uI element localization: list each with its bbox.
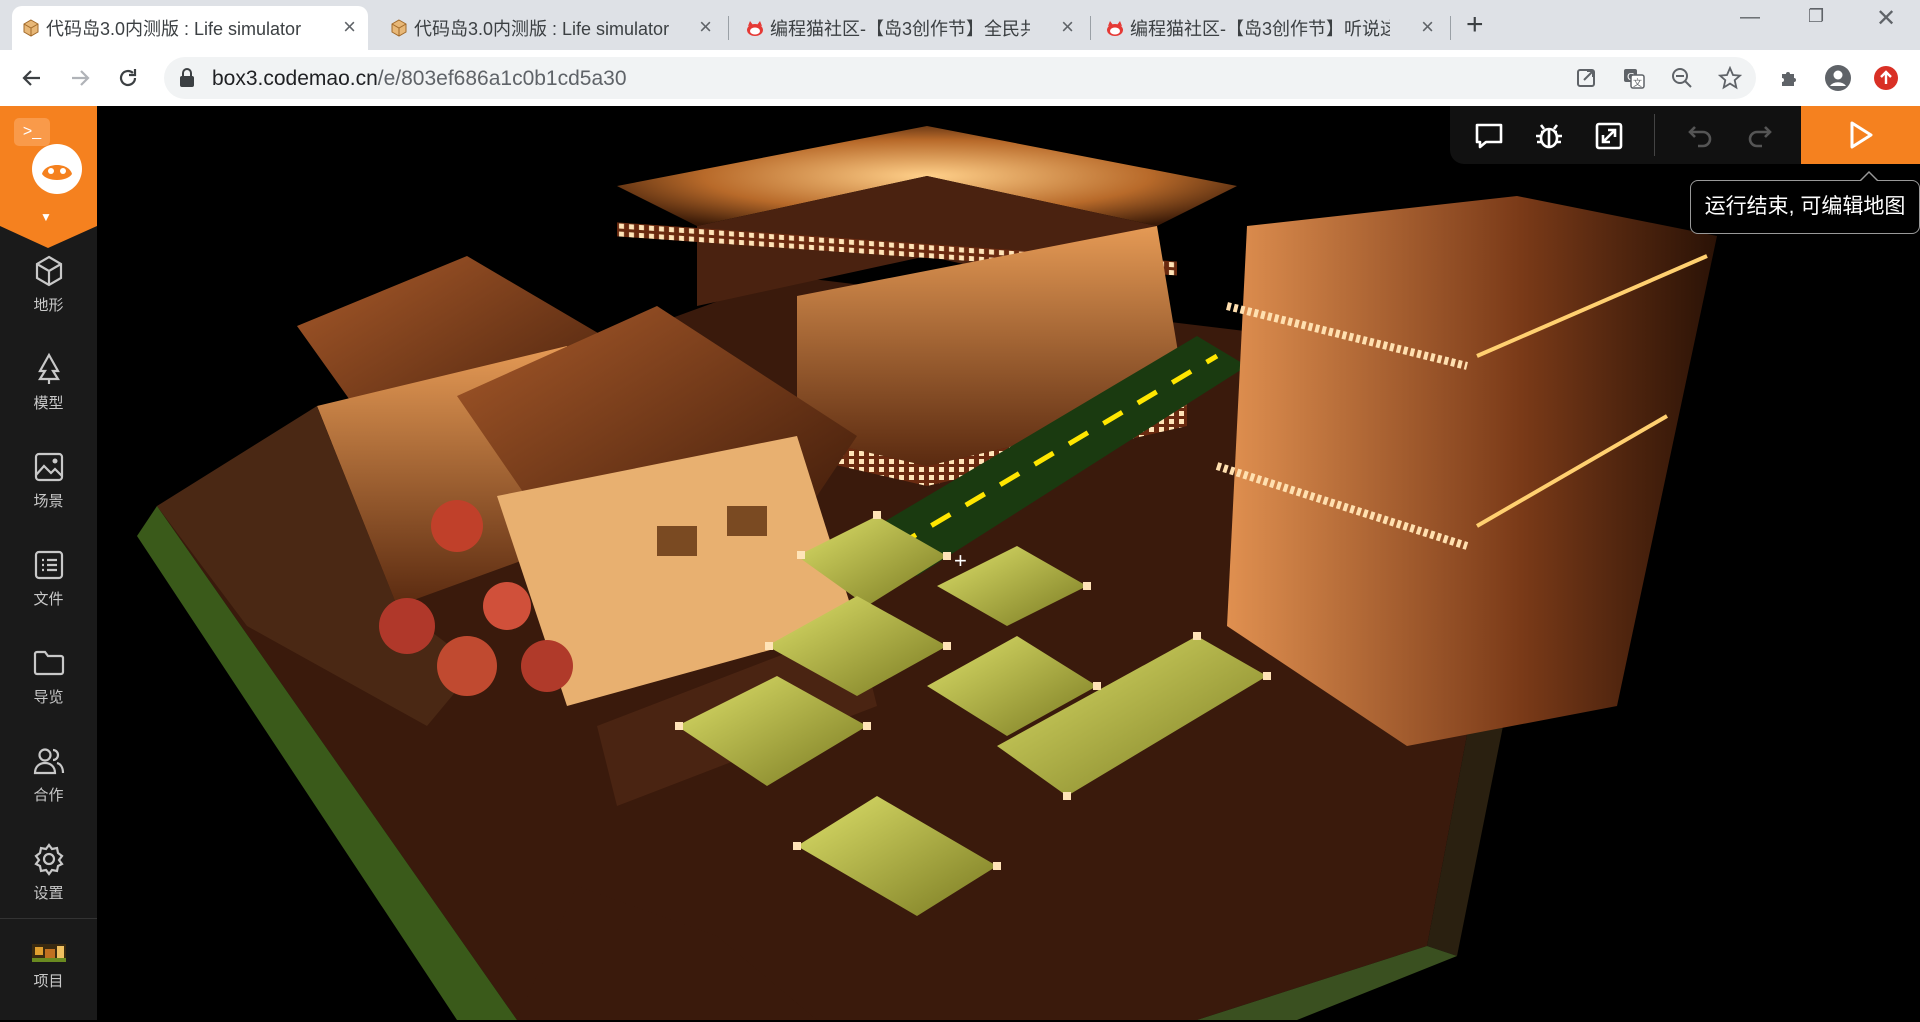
undo-icon[interactable]	[1684, 119, 1718, 153]
voxel-town-scene	[137, 126, 1717, 1020]
close-tab-icon[interactable]: ×	[343, 14, 356, 40]
sidebar-item-terrain[interactable]: 地形	[0, 254, 97, 334]
folder-icon	[33, 650, 64, 676]
close-tab-icon[interactable]: ×	[699, 14, 712, 40]
tab-title: 编程猫社区-【岛3创作节】听说这	[1130, 19, 1390, 39]
cube-favicon-icon	[23, 19, 39, 37]
project-thumbnail-icon	[31, 944, 66, 962]
tab-title: 代码岛3.0内测版 : Life simulator	[46, 19, 302, 39]
codemao-cat-favicon-icon	[747, 21, 763, 36]
browser-toolbar: box3.codemao.cn/e/803ef686a1c0b1cd5a30 G…	[0, 50, 1920, 107]
sidebar-item-label: 设置	[33, 885, 64, 902]
sidebar-item-collaborate[interactable]: 合作	[0, 744, 97, 824]
zoom-out-icon[interactable]	[1666, 62, 1698, 94]
sidebar-item-label: 场景	[33, 493, 64, 510]
close-tab-icon[interactable]: ×	[1061, 14, 1074, 40]
play-icon	[1850, 121, 1872, 149]
chat-bubble-icon[interactable]	[1472, 119, 1506, 153]
url-text: box3.codemao.cn/e/803ef686a1c0b1cd5a30	[212, 67, 627, 91]
codemao-cat-logo-icon	[32, 144, 82, 194]
3d-scene-viewport[interactable]: +	[97, 106, 1920, 1020]
chevron-down-icon[interactable]: ▼	[40, 210, 52, 224]
sidebar-item-label: 模型	[33, 395, 64, 412]
open-external-icon[interactable]	[1570, 62, 1602, 94]
sidebar-item-project[interactable]: 项目	[0, 942, 97, 1022]
cube-favicon-icon	[391, 19, 407, 37]
restore-window-icon[interactable]: ❐	[1808, 6, 1824, 27]
code-editor-icon[interactable]: >_	[14, 118, 50, 146]
forward-arrow-icon[interactable]	[64, 62, 96, 94]
sidebar-item-model[interactable]: 模型	[0, 352, 97, 432]
profile-avatar-icon[interactable]	[1822, 62, 1854, 94]
update-available-icon[interactable]	[1870, 62, 1902, 94]
sidebar-item-label: 地形	[33, 297, 64, 314]
close-window-icon[interactable]: ✕	[1876, 4, 1896, 33]
browser-tab-strip: 代码岛3.0内测版 : Life simulator × 代码岛3.0内测版 :…	[0, 0, 1920, 50]
tab-title: 编程猫社区-【岛3创作节】全民共	[770, 19, 1030, 39]
sidebar-item-files[interactable]: 文件	[0, 548, 97, 628]
gear-icon	[33, 843, 64, 876]
sidebar-item-settings[interactable]: 设置	[0, 842, 97, 922]
bookmark-star-icon[interactable]	[1714, 62, 1746, 94]
extensions-puzzle-icon[interactable]	[1774, 62, 1806, 94]
tab-codemao-community-1[interactable]: 编程猫社区-【岛3创作节】全民共 ×	[736, 6, 1086, 50]
tab-codemao-community-2[interactable]: 编程猫社区-【岛3创作节】听说这 ×	[1096, 6, 1446, 50]
translate-icon[interactable]: G文	[1618, 62, 1650, 94]
sidebar-item-label: 合作	[33, 787, 64, 804]
sidebar-item-scene[interactable]: 场景	[0, 450, 97, 530]
new-tab-button[interactable]: +	[1466, 9, 1484, 41]
fullscreen-expand-icon[interactable]	[1592, 119, 1626, 153]
svg-text:文: 文	[1633, 77, 1642, 89]
tab-title: 代码岛3.0内测版 : Life simulator	[414, 19, 670, 39]
image-icon	[34, 452, 63, 482]
run-status-tooltip: 运行结束, 可编辑地图	[1690, 171, 1920, 234]
tree-icon	[37, 352, 60, 384]
users-icon	[33, 748, 64, 775]
url-path: /e/803ef686a1c0b1cd5a30	[377, 67, 627, 90]
tab-life-simulator-1[interactable]: 代码岛3.0内测版 : Life simulator ×	[12, 6, 368, 50]
tab-life-simulator-2[interactable]: 代码岛3.0内测版 : Life simulator ×	[380, 6, 724, 50]
cube-icon	[35, 255, 62, 287]
crosshair-icon: +	[954, 548, 967, 573]
address-bar[interactable]: box3.codemao.cn/e/803ef686a1c0b1cd5a30 G…	[164, 57, 1756, 99]
sidebar-item-label: 文件	[33, 591, 64, 608]
sidebar-item-label: 导览	[33, 689, 64, 706]
redo-icon[interactable]	[1742, 119, 1776, 153]
back-arrow-icon[interactable]	[16, 62, 48, 94]
debug-bug-icon[interactable]	[1532, 119, 1566, 153]
minimize-window-icon[interactable]: —	[1740, 6, 1760, 29]
lock-icon	[180, 68, 194, 87]
close-tab-icon[interactable]: ×	[1421, 14, 1434, 40]
reload-icon[interactable]	[112, 62, 144, 94]
sidebar-item-label: 项目	[33, 973, 64, 990]
app-logo[interactable]: >_ ▼	[0, 106, 97, 248]
editor-sidebar: >_ ▼ 地形 模型 场景 文件 导览 合作 设置 项目	[0, 106, 97, 1020]
codemao-cat-favicon-icon	[1107, 21, 1123, 36]
run-play-button[interactable]	[1801, 106, 1920, 164]
url-host: box3.codemao.cn	[212, 67, 378, 90]
sidebar-item-navigator[interactable]: 导览	[0, 646, 97, 726]
file-list-icon	[34, 550, 63, 580]
